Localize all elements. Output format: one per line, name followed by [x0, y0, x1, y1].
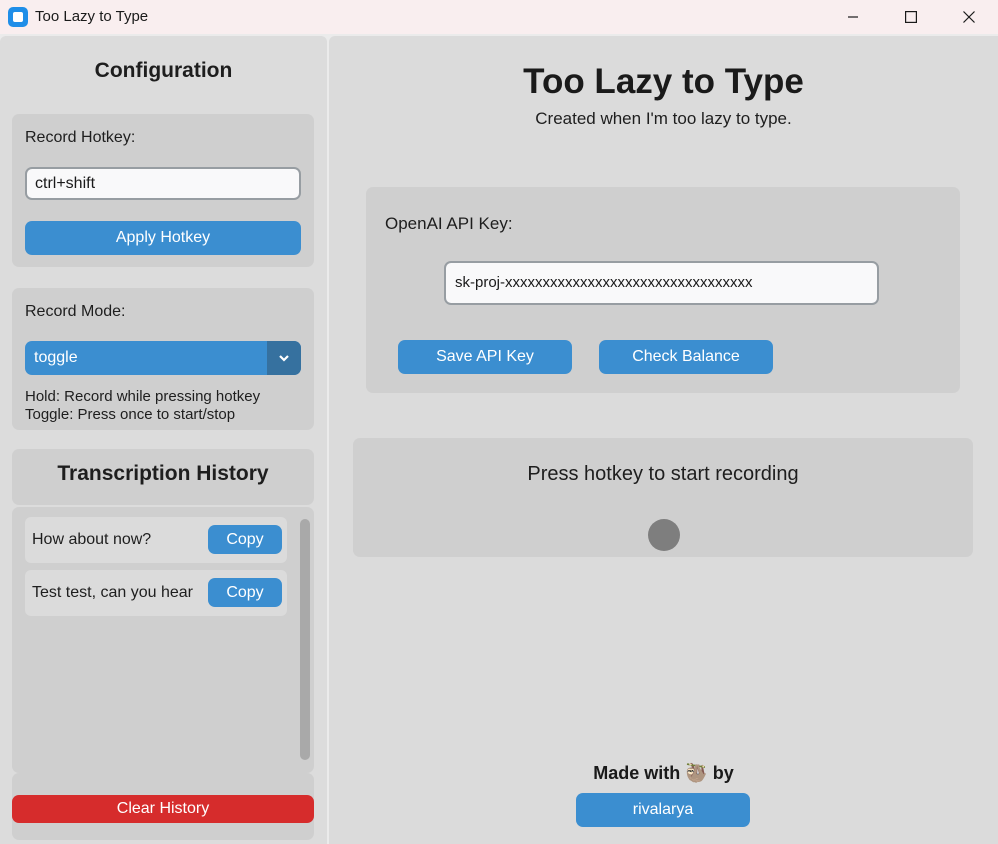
configuration-title: Configuration [94, 59, 233, 82]
record-mode-label: Record Mode: [25, 303, 126, 320]
minimize-button[interactable] [824, 0, 882, 34]
page-title: Too Lazy to Type [523, 62, 804, 101]
copy-button[interactable]: Copy [208, 578, 282, 607]
list-item: Test test, can you hear Copy [25, 570, 287, 616]
check-balance-button[interactable]: Check Balance [599, 340, 773, 374]
api-key-card: OpenAI API Key: sk-proj-xxxxxxxxxxxxxxxx… [366, 187, 960, 393]
mode-card: Record Mode: toggle Hold: Record while p… [12, 288, 314, 430]
copy-button[interactable]: Copy [208, 525, 282, 554]
apply-hotkey-button[interactable]: Apply Hotkey [25, 221, 301, 255]
history-header-card: Transcription History [12, 449, 314, 505]
window-title: Too Lazy to Type [35, 8, 149, 25]
api-key-label: OpenAI API Key: [385, 214, 513, 233]
main-panel: Too Lazy to Type Created when I'm too la… [329, 36, 998, 844]
page-subtitle: Created when I'm too lazy to type. [535, 109, 792, 128]
list-item: How about now? Copy [25, 517, 287, 563]
clear-history-button[interactable]: Clear History [12, 795, 314, 823]
made-with-label: Made with 🦥 by [593, 763, 734, 783]
save-api-key-button[interactable]: Save API Key [398, 340, 572, 374]
app-icon [8, 7, 28, 27]
hotkey-card: Record Hotkey: ctrl+shift Apply Hotkey [12, 114, 314, 267]
status-card: Press hotkey to start recording [353, 438, 973, 557]
sidebar: Configuration Record Hotkey: ctrl+shift … [0, 36, 327, 844]
record-mode-value: toggle [34, 349, 78, 366]
record-mode-select[interactable]: toggle [25, 341, 301, 375]
maximize-button[interactable] [882, 0, 940, 34]
chevron-down-icon[interactable] [267, 341, 301, 375]
api-key-input[interactable]: sk-proj-xxxxxxxxxxxxxxxxxxxxxxxxxxxxxxxx… [444, 261, 879, 305]
history-title: Transcription History [57, 462, 269, 485]
hotkey-label: Record Hotkey: [25, 129, 136, 146]
history-list: How about now? Copy Test test, can you h… [12, 507, 314, 773]
close-icon [963, 11, 975, 23]
history-item-text: Test test, can you hear [32, 584, 193, 601]
status-text: Press hotkey to start recording [527, 463, 799, 485]
title-bar: Too Lazy to Type [0, 0, 998, 34]
close-button[interactable] [940, 0, 998, 34]
minimize-icon [848, 16, 858, 18]
maximize-icon [905, 11, 917, 23]
toggle-mode-hint: Toggle: Press once to start/stop [25, 406, 236, 423]
history-scrollbar[interactable] [300, 519, 310, 760]
history-item-text: How about now? [32, 531, 152, 548]
recording-indicator [648, 519, 680, 551]
author-button[interactable]: rivalarya [576, 793, 750, 827]
hold-mode-hint: Hold: Record while pressing hotkey [25, 388, 261, 405]
hotkey-input[interactable]: ctrl+shift [25, 167, 301, 200]
